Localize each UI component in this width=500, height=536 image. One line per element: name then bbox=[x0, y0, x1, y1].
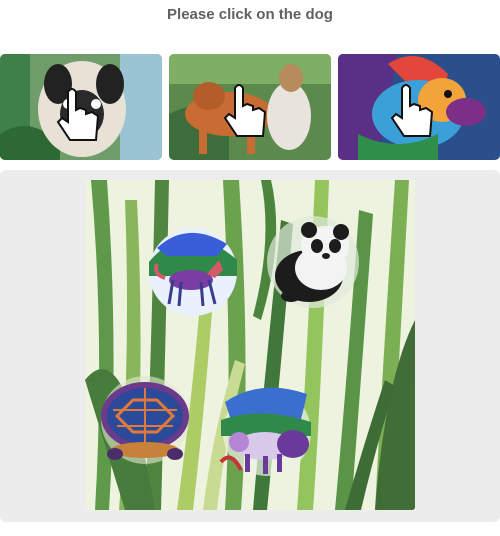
challenge-image[interactable] bbox=[85, 180, 415, 510]
target-cow-image[interactable] bbox=[211, 380, 321, 485]
challenge-panel bbox=[0, 170, 500, 522]
example-images-row bbox=[0, 54, 500, 161]
target-panda-image[interactable] bbox=[263, 210, 363, 315]
footer-strip bbox=[0, 527, 500, 536]
example-image-colorful-dog bbox=[338, 54, 500, 160]
example-image-pug-dog bbox=[0, 54, 162, 160]
example-image-brown-dog bbox=[169, 54, 331, 160]
prompt-text: Please click on the dog bbox=[167, 6, 333, 23]
target-turtle-image[interactable] bbox=[95, 370, 195, 471]
target-fox-image[interactable] bbox=[147, 226, 239, 323]
